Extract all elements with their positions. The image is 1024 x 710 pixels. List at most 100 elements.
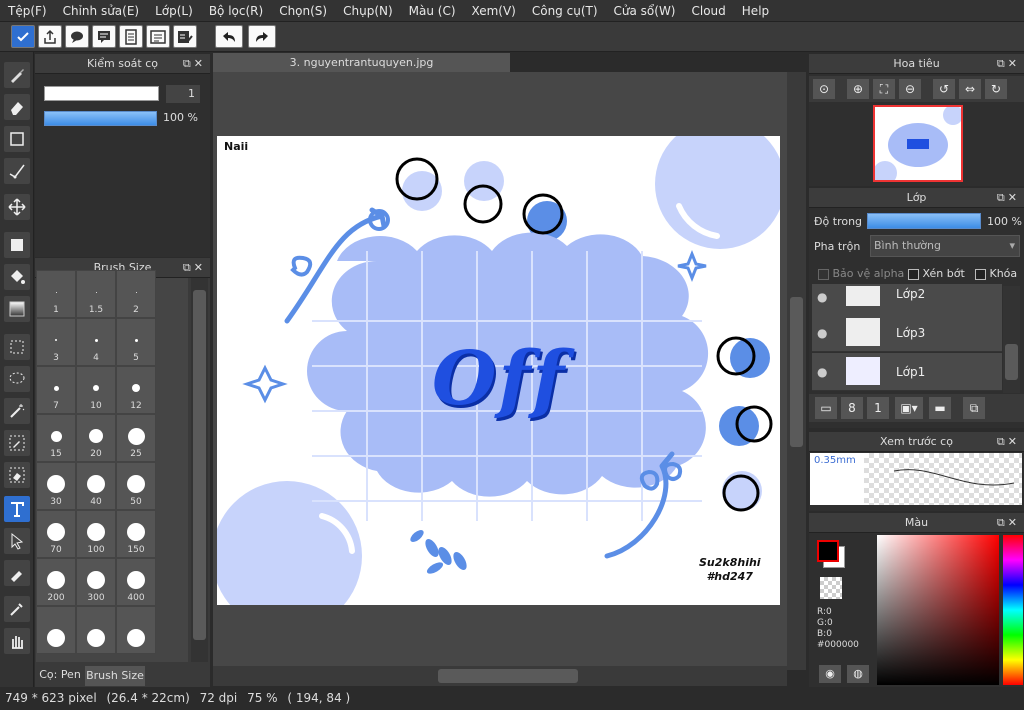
brush-size-cell[interactable] [76,606,116,654]
canvas-vscrollbar[interactable] [787,72,806,670]
menu-file[interactable]: Tệp(F) [0,0,55,22]
brush-tool[interactable] [4,62,30,88]
new-8bit-layer-icon[interactable]: 8 [841,397,863,419]
palette-icon[interactable]: ◉ [819,665,841,683]
fill-rect-tool[interactable] [4,232,30,258]
brush-size-slider[interactable] [44,86,159,101]
eye-icon[interactable]: ● [817,290,827,304]
brush-opacity-slider[interactable] [44,111,157,126]
brush-size-cell[interactable]: 3 [36,318,76,366]
zoom-actual-icon[interactable]: ⊙ [813,79,835,99]
transparent-color-swatch[interactable] [820,577,842,599]
operation-tool[interactable] [4,528,30,554]
brush-size-cell[interactable]: 30 [36,462,76,510]
layer-opacity-slider[interactable] [867,213,981,229]
lock-checkbox[interactable] [975,268,986,280]
comment-button[interactable] [65,25,89,48]
menu-filter[interactable]: Bộ lọc(R) [201,0,271,22]
layers-scroll-thumb[interactable] [1005,344,1018,380]
eye-icon[interactable]: ● [817,365,827,379]
document-button[interactable] [119,25,143,48]
layers-scrollbar[interactable] [1003,286,1020,393]
brush-size-cell[interactable]: 400 [116,558,156,606]
brush-size-cell[interactable]: 2 [116,270,156,318]
gradient-tool[interactable] [4,296,30,322]
eraser-tool[interactable] [4,94,30,120]
brush-size-cell[interactable]: 4 [76,318,116,366]
zoom-in-icon[interactable]: ⊕ [847,79,869,99]
brush-size-cell[interactable]: 12 [116,366,156,414]
menu-color[interactable]: Màu (C) [401,0,464,22]
lock-option[interactable]: Khóa [975,267,1017,280]
color-saturation-picker[interactable] [877,535,999,685]
menu-help[interactable]: Help [734,0,777,22]
rotate-right-icon[interactable]: ↻ [985,79,1007,99]
folder-icon[interactable]: ▬ [929,397,951,419]
document-tab[interactable]: 3. nguyentrantuquyen.jpg [213,53,510,72]
brush-size-cell[interactable]: 40 [76,462,116,510]
brush-size-cell[interactable]: 25 [116,414,156,462]
brush-size-cell[interactable]: 300 [76,558,116,606]
rect-tool[interactable] [4,126,30,152]
list-button[interactable] [146,25,170,48]
brush-size-cell[interactable]: 15 [36,414,76,462]
brush-size-cell[interactable]: 1.5 [76,270,116,318]
brush-size-cell[interactable] [36,606,76,654]
brush-size-cell[interactable]: 1 [36,270,76,318]
magic-wand-tool[interactable] [4,398,30,424]
panel-controls[interactable]: ⧉✕ [997,435,1020,449]
brush-size-cell[interactable]: 150 [116,510,156,558]
duplicate-layer-icon[interactable]: ⧉ [963,397,985,419]
select-eraser-tool[interactable] [4,462,30,488]
text-tool[interactable] [4,496,30,522]
menu-edit[interactable]: Chỉnh sửa(E) [55,0,148,22]
check-cloud-button[interactable] [11,25,35,48]
menu-layer[interactable]: Lớp(L) [147,0,201,22]
panel-controls[interactable]: ⧉✕ [997,516,1020,530]
navigator-thumbnail[interactable] [873,105,963,185]
color-hue-slider[interactable] [1003,535,1023,685]
brush-size-cell[interactable]: 100 [76,510,116,558]
bucket-tool[interactable] [4,264,30,290]
scrollbar-thumb[interactable] [193,290,206,640]
hand-tool[interactable] [4,628,30,654]
clip-checkbox[interactable] [908,268,919,280]
brush-size-cell[interactable]: 5 [116,318,156,366]
eyedropper-tool[interactable] [4,596,30,622]
canvas-vscroll-thumb[interactable] [790,297,803,447]
tab-brush-size[interactable]: Brush Size [85,666,145,686]
select-tool[interactable] [4,334,30,360]
brush-size-value[interactable]: 1 [166,85,200,103]
panel-controls[interactable]: ⧉✕ [997,191,1020,205]
canvas-hscrollbar[interactable] [213,666,787,686]
brush-size-cell[interactable]: 7 [36,366,76,414]
menu-select[interactable]: Chọn(S) [271,0,335,22]
tab-brush-pen[interactable]: Cọ: Pen [35,664,85,686]
protect-alpha-checkbox[interactable] [818,268,829,280]
checklist-button[interactable] [173,25,197,48]
menu-window[interactable]: Cửa sổ(W) [606,0,684,22]
redo-button[interactable] [248,25,276,48]
move-tool[interactable] [4,194,30,220]
menu-cloud[interactable]: Cloud [684,0,734,22]
add-layer-menu-icon[interactable]: ▣▾ [895,397,923,419]
clip-option[interactable]: Xén bớt [908,267,965,280]
layer-row[interactable]: ● Lớp1 [812,353,1002,391]
artwork-canvas[interactable]: Naii Off Su2k8hihi #hd247 [217,136,780,605]
blur-tool[interactable] [4,560,30,586]
zoom-out-icon[interactable]: ⊖ [899,79,921,99]
flip-icon[interactable]: ⇔ [959,79,981,99]
brush-size-cell[interactable]: 10 [76,366,116,414]
eye-icon[interactable]: ● [817,326,827,340]
select-pen-tool[interactable] [4,430,30,456]
primary-color-swatch[interactable] [817,540,839,562]
chat-button[interactable] [92,25,116,48]
panel-controls[interactable]: ⧉✕ [183,57,206,71]
share-button[interactable] [38,25,62,48]
layer-row[interactable]: ● Lớp3 [812,314,1002,352]
protect-alpha-option[interactable]: Bảo vệ alpha [818,267,904,280]
undo-button[interactable] [215,25,243,48]
brush-size-scrollbar[interactable] [191,278,208,662]
menu-view[interactable]: Xem(V) [464,0,524,22]
brush-size-cell[interactable] [116,606,156,654]
